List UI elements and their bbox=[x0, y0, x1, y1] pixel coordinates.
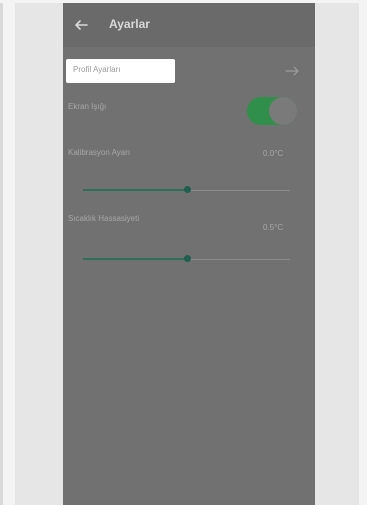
left-edge bbox=[0, 3, 3, 505]
screen-light-toggle[interactable] bbox=[247, 97, 297, 125]
calibration-value: 0.0°C bbox=[263, 149, 284, 158]
calibration-label: Kalibrasyon Ayarı bbox=[68, 148, 131, 157]
sensitivity-label: Sıcaklık Hassasiyeti bbox=[68, 214, 140, 223]
toggle-knob bbox=[269, 97, 297, 125]
calibration-slider[interactable] bbox=[83, 186, 290, 194]
page-title: Ayarlar bbox=[109, 17, 150, 31]
top-app-bar: Ayarlar bbox=[63, 3, 315, 47]
slider-thumb[interactable] bbox=[184, 186, 191, 193]
sensitivity-value: 0.5°C bbox=[263, 223, 284, 232]
slider-fill bbox=[83, 189, 187, 191]
slider-thumb[interactable] bbox=[184, 255, 191, 262]
slider-fill bbox=[83, 258, 187, 260]
arrow-right-icon[interactable] bbox=[284, 64, 300, 78]
left-panel bbox=[15, 3, 63, 505]
screen-light-label: Ekran Işığı bbox=[68, 102, 107, 111]
right-panel bbox=[315, 3, 359, 505]
profile-settings-row[interactable]: Profil Ayarları bbox=[66, 59, 175, 83]
settings-screen: Ayarlar Profil Ayarları Ekran Işığı Kali… bbox=[63, 3, 315, 505]
sensitivity-slider[interactable] bbox=[83, 255, 290, 263]
profile-settings-label: Profil Ayarları bbox=[73, 65, 121, 74]
arrow-left-icon[interactable] bbox=[73, 17, 89, 33]
